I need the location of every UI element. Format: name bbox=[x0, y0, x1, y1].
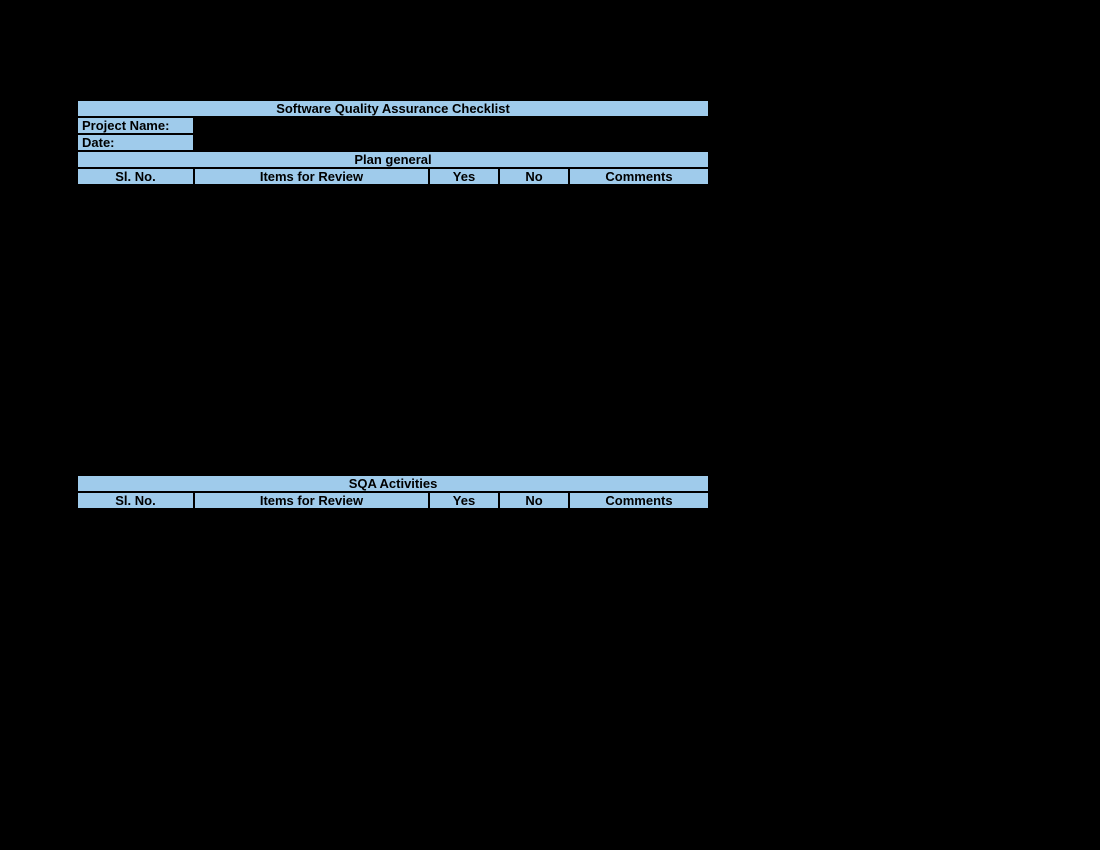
date-value[interactable] bbox=[194, 134, 709, 151]
column-header-comments: Comments bbox=[569, 492, 709, 509]
column-header-no: No bbox=[499, 168, 569, 185]
column-header-items: Items for Review bbox=[194, 168, 429, 185]
column-header-comments: Comments bbox=[569, 168, 709, 185]
checklist-sheet: Software Quality Assurance Checklist Pro… bbox=[77, 100, 709, 509]
column-header-items: Items for Review bbox=[194, 492, 429, 509]
section-header-sqa-activities: SQA Activities bbox=[77, 475, 709, 492]
project-name-value[interactable] bbox=[194, 117, 709, 134]
table-body-plan-general bbox=[77, 185, 709, 475]
document-title: Software Quality Assurance Checklist bbox=[77, 100, 709, 117]
project-name-label: Project Name: bbox=[77, 117, 194, 134]
column-header-row: Sl. No. Items for Review Yes No Comments bbox=[77, 492, 709, 509]
column-header-no: No bbox=[499, 492, 569, 509]
column-header-yes: Yes bbox=[429, 492, 499, 509]
section-header-plan-general: Plan general bbox=[77, 151, 709, 168]
date-label: Date: bbox=[77, 134, 194, 151]
column-header-sl-no: Sl. No. bbox=[77, 492, 194, 509]
column-header-row: Sl. No. Items for Review Yes No Comments bbox=[77, 168, 709, 185]
column-header-yes: Yes bbox=[429, 168, 499, 185]
column-header-sl-no: Sl. No. bbox=[77, 168, 194, 185]
